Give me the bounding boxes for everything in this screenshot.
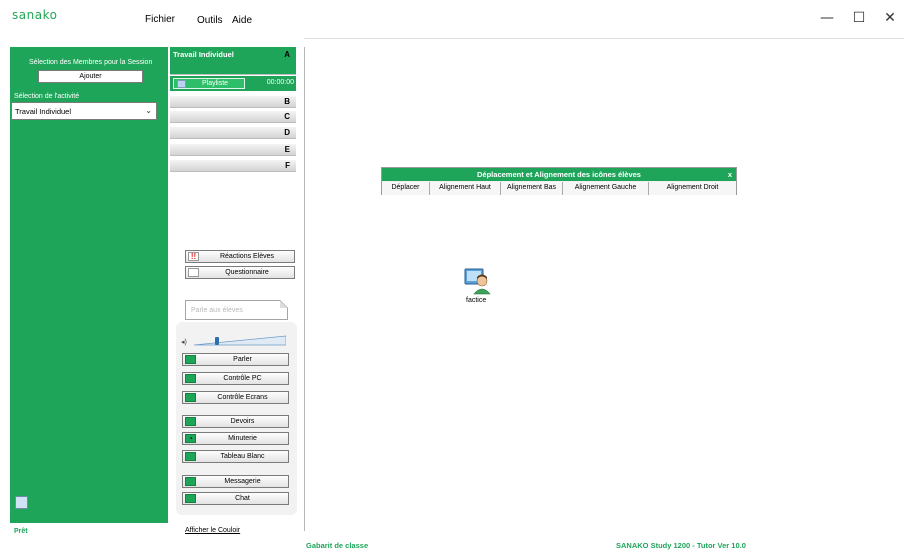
talk-to-students-field[interactable]: Parle aux élèves <box>185 300 288 320</box>
activity-tab-e-key: E <box>284 145 290 154</box>
minimize-icon[interactable]: — <box>817 8 837 28</box>
talk-icon <box>185 355 196 364</box>
activity-select-value: Travail Individuel <box>15 107 71 116</box>
activity-tab-b-key: B <box>284 97 290 106</box>
questionnaire-button[interactable]: Questionnaire <box>185 266 295 279</box>
playlist-row: Playliste 00:00:00 <box>170 76 296 91</box>
settings-icon[interactable] <box>15 496 28 509</box>
main-area-divider <box>304 47 305 531</box>
playlist-label: Playliste <box>202 80 229 87</box>
status-ready: Prêt <box>14 528 28 535</box>
activity-tab-a-title: Travail Individuel <box>173 50 234 59</box>
activity-tab-c-key: C <box>284 112 290 121</box>
activity-tab-d-key: D <box>284 128 290 137</box>
questionnaire-label: Questionnaire <box>225 269 269 276</box>
close-icon[interactable]: x <box>728 168 732 181</box>
activity-tab-f-key: F <box>285 161 290 170</box>
whiteboard-button[interactable]: Tableau Blanc <box>182 450 289 463</box>
messaging-label: Messagerie <box>224 478 261 485</box>
pc-control-label: Contrôle PC <box>223 375 262 382</box>
app-logo: sanako <box>12 8 58 22</box>
tab-deplacer[interactable]: Déplacer <box>382 182 430 195</box>
screens-icon <box>185 393 196 402</box>
menu-outils[interactable]: Outils <box>197 15 223 26</box>
playlist-button[interactable]: Playliste <box>173 78 245 89</box>
homework-label: Devoirs <box>230 418 255 425</box>
whiteboard-icon <box>185 452 196 461</box>
screens-control-label: Contrôle Ecrans <box>217 394 268 401</box>
show-corridor-link[interactable]: Afficher le Couloir <box>185 527 240 534</box>
tab-alignement-gauche[interactable]: Alignement Gauche <box>563 182 649 195</box>
chat-label: Chat <box>235 495 250 502</box>
timer-label: Minuterie <box>228 435 257 442</box>
add-button[interactable]: Ajouter <box>38 70 143 83</box>
menu-fichier[interactable]: Fichier <box>145 14 175 25</box>
top-divider <box>304 38 904 39</box>
close-icon[interactable]: ✕ <box>880 8 900 28</box>
tab-alignement-bas[interactable]: Alignement Bas <box>501 182 563 195</box>
activity-label: Sélection de l'activité <box>14 93 80 100</box>
homework-button[interactable]: Devoirs <box>182 415 289 428</box>
tab-alignement-droit[interactable]: Alignement Droit <box>649 182 736 195</box>
class-template-label: Gabarit de classe <box>306 541 369 550</box>
activity-tab-e[interactable]: E <box>170 144 296 156</box>
activity-tab-f[interactable]: F <box>170 160 296 172</box>
talk-to-students-placeholder: Parle aux élèves <box>191 307 243 314</box>
whiteboard-label: Tableau Blanc <box>220 453 265 460</box>
reactions-button[interactable]: !! Réactions Elèves <box>185 250 295 263</box>
pc-control-button[interactable]: Contrôle PC <box>182 372 289 385</box>
activity-tab-a-key: A <box>284 50 290 59</box>
speaker-icon: ◂) <box>181 339 187 346</box>
alignment-dialog: Déplacement et Alignement des icônes élè… <box>381 167 737 195</box>
chevron-down-icon: ⌄ <box>145 106 152 115</box>
chat-icon <box>185 494 196 503</box>
student-label: factice <box>466 297 487 304</box>
activity-select[interactable]: Travail Individuel ⌄ <box>11 102 157 120</box>
activity-tab-d[interactable]: D <box>170 127 296 139</box>
dialog-title: Déplacement et Alignement des icônes élè… <box>382 168 736 181</box>
activity-tab-c[interactable]: C <box>170 111 296 123</box>
talk-button[interactable]: Parler <box>182 353 289 366</box>
maximize-icon[interactable]: ☐ <box>849 8 869 28</box>
title-bar <box>0 0 904 38</box>
talk-label: Parler <box>233 356 252 363</box>
volume-slider[interactable] <box>194 335 286 346</box>
quiz-icon <box>188 268 199 277</box>
clock-icon: ◔ <box>185 434 196 443</box>
menu-aide[interactable]: Aide <box>232 15 252 26</box>
reactions-label: Réactions Elèves <box>219 253 275 260</box>
activity-tab-a[interactable]: Travail Individuel A <box>170 47 296 75</box>
messaging-button[interactable]: Messagerie <box>182 475 289 488</box>
tab-alignement-haut[interactable]: Alignement Haut <box>430 182 501 195</box>
student-pc-icon[interactable] <box>464 267 492 295</box>
exclamation-icon: !! <box>188 252 199 261</box>
homework-icon <box>185 417 196 426</box>
chat-button[interactable]: Chat <box>182 492 289 505</box>
version-label: SANAKO Study 1200 - Tutor Ver 10.0 <box>616 541 746 550</box>
timer-button[interactable]: ◔ Minuterie <box>182 432 289 445</box>
playlist-time: 00:00:00 <box>266 79 294 86</box>
screens-control-button[interactable]: Contrôle Ecrans <box>182 391 289 404</box>
mail-icon <box>185 477 196 486</box>
music-note-icon <box>177 80 186 88</box>
members-label: Sélection des Membres pour la Session <box>29 59 153 66</box>
pc-control-icon <box>185 374 196 383</box>
activity-tab-b[interactable]: B <box>170 96 296 108</box>
dialog-toolbar: Déplacer Alignement Haut Alignement Bas … <box>382 182 736 195</box>
